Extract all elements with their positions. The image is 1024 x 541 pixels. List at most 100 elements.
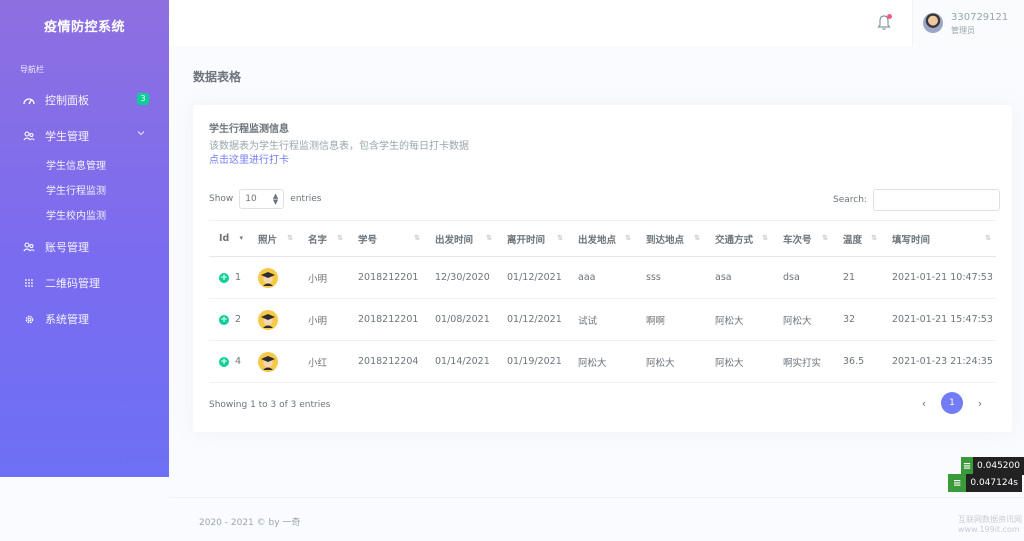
watermark-line: 互联网数据资讯网 [958,515,1022,524]
nav-section-title: 导航栏 [20,65,44,74]
cell-arrive-place: 阿松大 [636,340,705,383]
card-title: 学生行程监测信息 [209,124,289,135]
entries-label: entries [290,194,322,204]
pagination: ‹ 1 › [913,392,991,414]
column-header-depart-time[interactable]: 出发时间 ⇅ [425,220,497,257]
sidebar-item-label: 二维码管理 [45,277,100,290]
grid-icon [22,276,36,290]
page-button-1[interactable]: 1 [941,392,963,414]
cell-student-id: 2018212204 [348,340,425,383]
checkin-link[interactable]: 点击这里进行打卡 [209,151,289,166]
cell-depart-place: 阿松大 [568,340,636,383]
sort-icon: ⇅ [625,234,631,242]
page-length-value: 10 [245,194,257,204]
watermark-line: www.199it.com [958,525,1020,534]
cell-name: 小明 [298,298,348,341]
table-header-row: Id ▾ 照片 ⇅ 名字 ⇅ 学号 ⇅ 出发时间 ⇅ 离开时间 ⇅ 出发地点 ⇅ 到达地点 ⇅ … [209,220,996,257]
column-header-fill-time[interactable]: 填写时间 ⇅ [882,220,996,257]
sort-icon: ⇅ [871,234,877,242]
cell-depart-place: 试试 [568,298,636,341]
cell-depart-time: 12/30/2020 [425,256,497,299]
column-header-name[interactable]: 名字 ⇅ [298,220,348,257]
sort-icon: ⇅ [337,234,343,242]
table-info: Showing 1 to 3 of 3 entries [209,400,331,410]
user-menu[interactable]: 330729121 管理员 [912,0,1024,46]
speed-widget-2[interactable]: ≡ 0.047124s [948,474,1022,492]
search-label: Search: [833,195,867,205]
column-header-leave-time[interactable]: 离开时间 ⇅ [497,220,568,257]
cell-depart-time: 01/14/2021 [425,340,497,383]
sidebar-item-system[interactable]: 系统管理 [0,301,169,337]
cell-temperature: 32 [833,298,882,341]
speed-widget-1[interactable]: ≡ 0.045200 [961,457,1024,475]
table-row[interactable]: +1 小明 2018212201 12/30/2020 01/12/2021 a… [209,256,996,299]
sort-arrows-icon: ▲ ▼ [272,192,279,206]
column-header-train-no[interactable]: 车次号 ⇅ [773,220,833,257]
users-icon [22,240,36,254]
sidebar-subitem-student-info[interactable]: 学生信息管理 [0,154,169,179]
speed-logo-icon: ≡ [948,474,967,492]
travel-table: Id ▾ 照片 ⇅ 名字 ⇅ 学号 ⇅ 出发时间 ⇅ 离开时间 ⇅ 出发地点 ⇅ 到达地点 ⇅ … [209,220,996,383]
column-header-arrive-place[interactable]: 到达地点 ⇅ [636,220,705,257]
expand-row-icon[interactable]: + [219,314,229,325]
gear-icon [22,312,36,326]
cell-name: 小红 [298,340,348,383]
sort-icon: ⇅ [985,234,991,242]
cell-transport: 阿松大 [705,340,773,383]
column-header-student-id[interactable]: 学号 ⇅ [348,220,425,257]
student-avatar-icon [258,309,278,330]
cell-student-id: 2018212201 [348,256,425,299]
cell-transport: asa [705,256,773,299]
cell-depart-place: aaa [568,256,636,299]
sort-icon: ⇅ [557,234,563,242]
sidebar-subitem-student-travel[interactable]: 学生行程监测 [0,179,169,204]
page-length-select[interactable]: 10 ▲ ▼ [239,189,285,209]
user-role: 管理员 [951,26,975,35]
search-input[interactable] [872,189,1000,211]
brand-title[interactable]: 疫情防控系统 [0,0,169,50]
prev-page-button[interactable]: ‹ [913,397,935,410]
sidebar-item-label: 控制面板 [45,94,89,107]
sidebar-item-dashboard[interactable]: 控制面板 3 [0,82,169,118]
cell-id: +1 [209,256,248,299]
column-header-photo[interactable]: 照片 ⇅ [248,220,298,257]
column-header-temperature[interactable]: 温度 ⇅ [833,220,882,257]
cell-depart-time: 01/08/2021 [425,298,497,341]
student-avatar-icon [258,351,278,372]
sidebar-item-students[interactable]: 学生管理 [0,118,169,154]
cell-id: +2 [209,298,248,341]
card-description: 该数据表为学生行程监测信息表，包含学生的每日打卡数据 [209,141,469,152]
column-header-depart-place[interactable]: 出发地点 ⇅ [568,220,636,257]
table-length-control: Show 10 ▲ ▼ entries [209,189,322,209]
notification-dot [887,14,892,19]
sidebar: 疫情防控系统 导航栏 控制面板 3 学生管理 学生信息管理 学生行程监测 学生校… [0,0,169,477]
column-header-id[interactable]: Id ▾ [209,220,248,257]
expand-row-icon[interactable]: + [219,272,229,283]
expand-row-icon[interactable]: + [219,356,229,367]
table-row[interactable]: +2 小明 2018212201 01/08/2021 01/12/2021 试… [209,298,996,341]
speed-value: 0.045200 [977,461,1020,471]
sort-icon: ⇅ [287,234,293,242]
sort-icon: ⇅ [822,234,828,242]
show-label: Show [209,194,234,204]
bell-icon[interactable] [877,14,893,32]
sort-icon: ⇅ [694,234,700,242]
table-search: Search: [833,189,1000,211]
sidebar-item-qrcode[interactable]: 二维码管理 [0,265,169,301]
cell-leave-time: 01/19/2021 [497,340,568,383]
column-header-transport[interactable]: 交通方式 ⇅ [705,220,773,257]
chevron-down-icon[interactable] [137,128,145,139]
cell-fill-time: 2021-01-21 15:47:53 [882,298,996,341]
cell-leave-time: 01/12/2021 [497,298,568,341]
sidebar-subitem-student-campus[interactable]: 学生校内监测 [0,204,169,229]
sidebar-item-accounts[interactable]: 账号管理 [0,229,169,265]
cell-train-no: 啊实打实 [773,340,833,383]
cell-leave-time: 01/12/2021 [497,256,568,299]
table-row[interactable]: +4 小红 2018212204 01/14/2021 01/19/2021 阿… [209,340,996,383]
data-table-card: 学生行程监测信息 该数据表为学生行程监测信息表，包含学生的每日打卡数据 点击这里… [193,105,1012,432]
sort-desc-icon: ▾ [239,234,242,242]
next-page-button[interactable]: › [969,397,991,410]
cell-photo [248,298,298,341]
gauge-icon [22,93,36,107]
sort-icon: ⇅ [762,234,768,242]
